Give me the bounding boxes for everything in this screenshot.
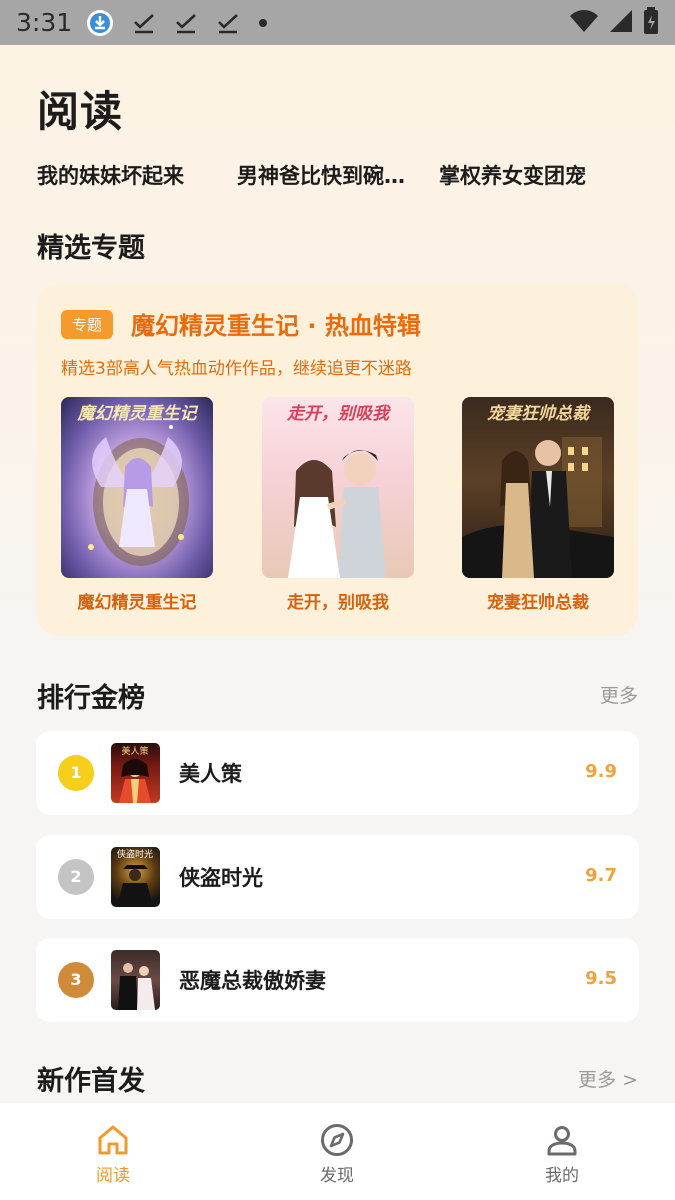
book-cover: 宠妻狂帅总裁: [462, 397, 614, 578]
ranking-item[interactable]: 3 恶魔总裁傲娇妻 9.5: [36, 938, 639, 1022]
check-download-icon: [174, 11, 198, 35]
compass-icon: [320, 1123, 354, 1157]
book-name: 宠妻狂帅总裁: [487, 593, 589, 613]
dot-icon: [258, 18, 268, 28]
recommend-ticker: 我的妹妹坏起来 男神爸比快到碗里来 掌权养女变团宠: [0, 160, 675, 196]
tab-discover[interactable]: 发现: [262, 1103, 412, 1200]
ticker-item[interactable]: 男神爸比快到碗里来: [237, 160, 415, 190]
rank-score: 9.5: [585, 968, 617, 989]
status-bar: 3:31: [0, 0, 675, 45]
book-cover-thumb: [111, 950, 160, 1010]
ranking-more-link[interactable]: 更多: [600, 681, 638, 708]
battery-icon: [643, 6, 659, 39]
book-cover: 走开，别吸我: [262, 397, 414, 578]
check-download-icon: [132, 11, 156, 35]
rank-book-title: 美人策: [179, 762, 242, 786]
tab-label: 我的: [545, 1166, 579, 1186]
svg-text:美人策: 美人策: [121, 745, 148, 757]
ticker-item[interactable]: 掌权养女变团宠: [439, 160, 639, 190]
new-releases-more-link[interactable]: 更多 >: [578, 1065, 638, 1092]
page-title: 阅读: [37, 87, 124, 136]
rank-score: 9.7: [585, 865, 617, 886]
topic-book[interactable]: 宠妻狂帅总裁 宠妻狂帅总裁: [462, 397, 614, 613]
rank-badge: 3: [58, 962, 94, 998]
rank-score: 9.9: [585, 761, 617, 782]
svg-text:侠盗时光: 侠盗时光: [117, 848, 153, 860]
ranking-item[interactable]: 1 美人策 美人策 9.9: [36, 731, 639, 815]
bottom-tab-bar: 阅读 发现 我的: [0, 1103, 675, 1200]
book-cover: 魔幻精灵重生记: [61, 397, 213, 578]
rank-badge: 2: [58, 859, 94, 895]
ranking-item[interactable]: 2 侠盗时光 侠盗时光 9.7: [36, 835, 639, 919]
tab-label: 发现: [320, 1166, 354, 1186]
wifi-icon: [569, 9, 599, 37]
download-icon: [86, 9, 114, 37]
topic-subtitle: 精选3部高人气热血动作作品，继续追更不迷路: [61, 359, 412, 379]
topic-name: 魔幻精灵重生记 · 热血特辑: [131, 312, 421, 340]
tab-label: 阅读: [96, 1166, 130, 1186]
topic-card[interactable]: 专题 魔幻精灵重生记 · 热血特辑 精选3部高人气热血动作作品，继续追更不迷路 …: [37, 284, 638, 636]
status-time: 3:31: [16, 8, 73, 37]
person-icon: [545, 1123, 579, 1157]
ticker-item[interactable]: 我的妹妹坏起来: [37, 160, 207, 190]
rank-badge: 1: [58, 755, 94, 791]
book-name: 走开，别吸我: [287, 593, 389, 613]
tab-mine[interactable]: 我的: [487, 1103, 637, 1200]
topic-tag-badge: 专题: [61, 310, 114, 339]
book-cover-thumb: 侠盗时光: [111, 847, 160, 907]
book-name: 魔幻精灵重生记: [77, 593, 197, 613]
ranking-section-title: 排行金榜: [37, 683, 145, 714]
tab-read[interactable]: 阅读: [38, 1103, 188, 1200]
check-download-icon: [216, 11, 240, 35]
rank-book-title: 恶魔总裁傲娇妻: [179, 969, 326, 993]
topic-book[interactable]: 魔幻精灵重生记 魔幻精灵重生记: [61, 397, 213, 613]
new-releases-section-title: 新作首发: [37, 1066, 145, 1097]
featured-section-title: 精选专题: [37, 233, 145, 264]
book-cover-thumb: 美人策: [111, 743, 160, 803]
topic-book[interactable]: 走开，别吸我 走开，别吸我: [262, 397, 414, 613]
signal-icon: [609, 9, 633, 37]
home-icon: [96, 1123, 130, 1157]
rank-book-title: 侠盗时光: [179, 866, 263, 890]
